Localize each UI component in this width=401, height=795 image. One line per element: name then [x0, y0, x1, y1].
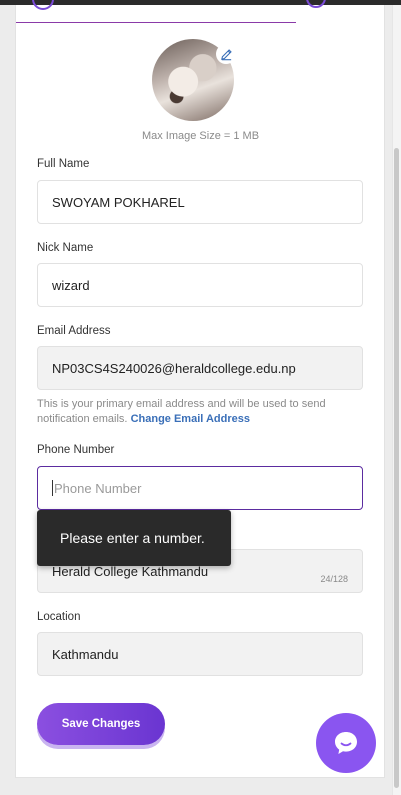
scrollbar-thumb[interactable] — [394, 148, 399, 788]
validation-tooltip-text: Please enter a number. — [60, 530, 205, 546]
chat-widget-button[interactable] — [316, 713, 376, 773]
phone-number-input[interactable]: Phone Number — [37, 466, 363, 510]
pencil-icon — [220, 48, 232, 60]
nick-name-value: wizard — [52, 277, 90, 293]
email-value: NP03CS4S240026@heraldcollege.edu.np — [52, 360, 296, 376]
email-label: Email Address — [37, 325, 111, 337]
full-name-label: Full Name — [37, 158, 90, 170]
location-field[interactable]: Kathmandu — [37, 632, 363, 676]
email-help-text: This is your primary email address and w… — [37, 397, 367, 427]
nick-name-field[interactable]: wizard — [37, 263, 363, 307]
location-label: Location — [37, 611, 81, 623]
save-changes-button[interactable]: Save Changes — [37, 703, 165, 745]
text-caret — [52, 480, 53, 496]
location-value: Kathmandu — [52, 646, 119, 662]
max-image-size-note: Max Image Size = 1 MB — [141, 130, 260, 142]
email-field: NP03CS4S240026@heraldcollege.edu.np — [37, 346, 363, 390]
phone-label: Phone Number — [37, 444, 115, 456]
nick-name-label: Nick Name — [37, 242, 94, 254]
save-changes-label: Save Changes — [61, 718, 141, 730]
change-email-link[interactable]: Change Email Address — [131, 413, 250, 425]
character-counter: 24/128 — [320, 574, 348, 584]
full-name-value: SWOYAM POKHAREL — [52, 194, 185, 210]
chat-bubble-icon — [335, 732, 357, 754]
full-name-field[interactable]: SWOYAM POKHAREL — [37, 180, 363, 224]
edit-avatar-button[interactable] — [216, 44, 236, 64]
validation-tooltip: Please enter a number. — [37, 510, 231, 566]
phone-placeholder: Phone Number — [54, 480, 142, 496]
tab-underline — [16, 22, 296, 23]
